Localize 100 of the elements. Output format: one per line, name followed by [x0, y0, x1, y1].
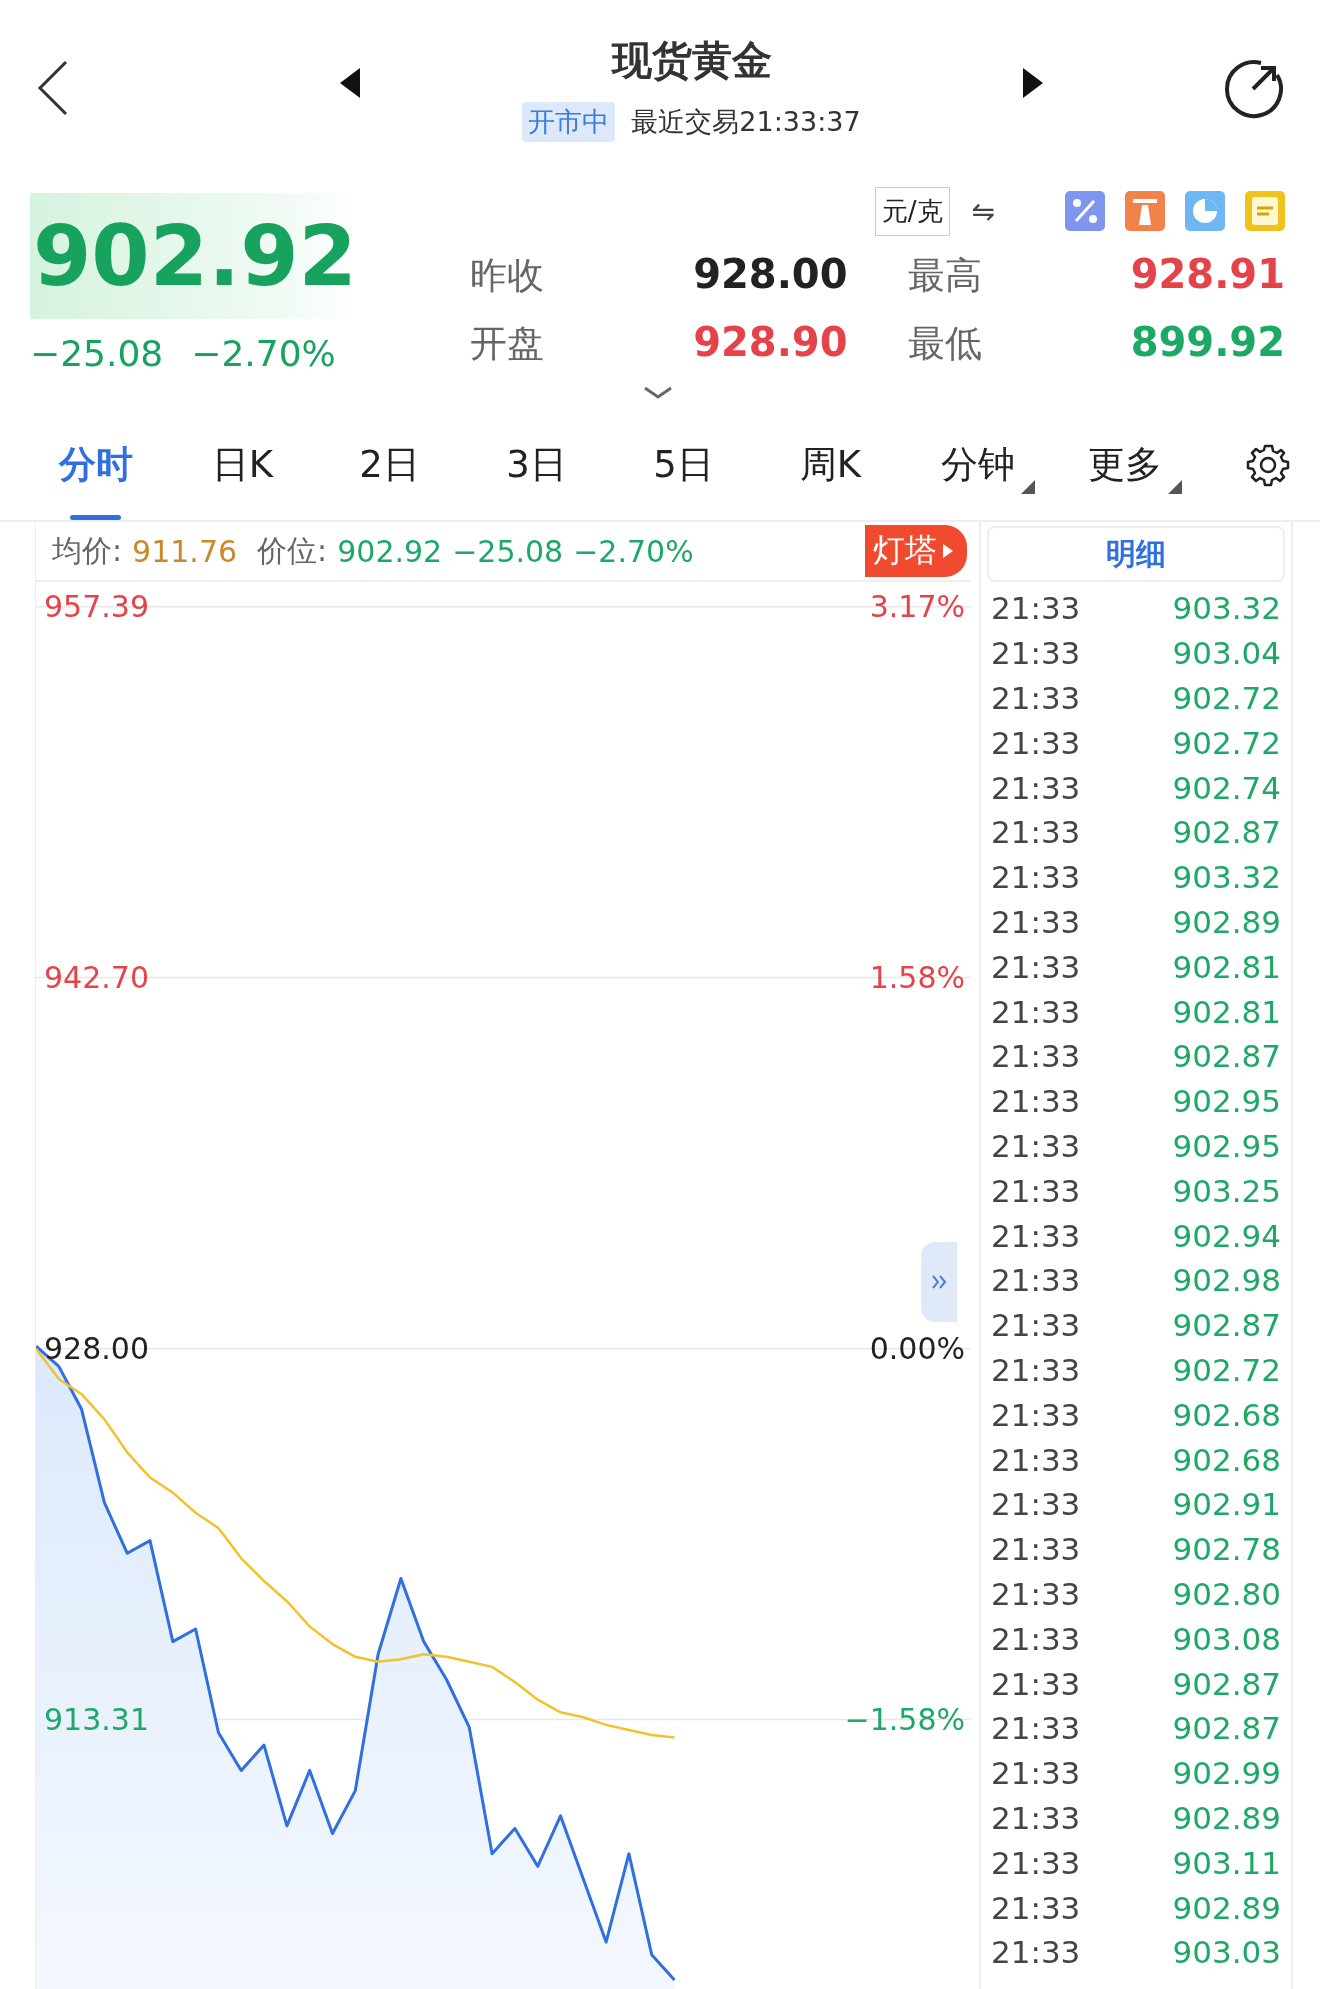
- caret-icon: [943, 544, 953, 558]
- trade-price: 902.68: [1172, 1396, 1281, 1433]
- market-status-badge: 开市中: [522, 102, 616, 142]
- next-triangle-icon[interactable]: [1023, 67, 1043, 98]
- trade-time: 21:33: [991, 1441, 1081, 1478]
- trade-price: 902.99: [1172, 1755, 1281, 1792]
- trade-price: 902.87: [1172, 1038, 1281, 1075]
- trade-price: 902.78: [1172, 1531, 1281, 1568]
- previous-triangle-icon[interactable]: [340, 67, 360, 98]
- trade-price: 902.89: [1172, 1889, 1281, 1926]
- period-tab[interactable]: 2日: [316, 410, 463, 520]
- back-icon[interactable]: [36, 59, 70, 116]
- trade-price: 902.80: [1172, 1575, 1281, 1612]
- trade-time: 21:33: [991, 1575, 1081, 1612]
- stat-label: 开盘: [470, 321, 544, 367]
- trade-price: 902.72: [1172, 1351, 1281, 1388]
- expand-handle[interactable]: [921, 1242, 957, 1322]
- period-tab[interactable]: 分钟: [904, 410, 1051, 520]
- period-tab[interactable]: 3日: [463, 410, 610, 520]
- chevron-down-icon[interactable]: [643, 386, 673, 400]
- trade-price: 903.25: [1172, 1172, 1281, 1209]
- price-value: 902.92: [337, 533, 443, 569]
- trade-price: 902.68: [1172, 1441, 1281, 1478]
- unit-toggle[interactable]: 元/克: [874, 186, 950, 236]
- settings-icon[interactable]: [1246, 443, 1290, 487]
- swap-button[interactable]: ⇋: [971, 194, 995, 228]
- trade-time: 21:33: [991, 590, 1081, 627]
- trade-price: 902.87: [1172, 1710, 1281, 1747]
- percent-axis-label: 3.17%: [869, 589, 965, 625]
- trade-time: 21:33: [991, 1172, 1081, 1209]
- trade-time: 21:33: [991, 1396, 1081, 1433]
- trade-time: 21:33: [991, 1038, 1081, 1075]
- trade-price: 903.03: [1172, 1934, 1281, 1971]
- stat-value: 899.92: [1130, 319, 1285, 365]
- trade-time: 21:33: [991, 1799, 1081, 1836]
- percent-axis-label: 1.58%: [869, 960, 965, 996]
- trade-price: 903.08: [1172, 1620, 1281, 1657]
- trade-price: 902.81: [1172, 993, 1281, 1030]
- percent-axis-label: 0.00%: [869, 1331, 965, 1367]
- period-tab[interactable]: 5日: [610, 410, 757, 520]
- trade-price: 902.74: [1172, 769, 1281, 806]
- trade-price: 902.91: [1172, 1486, 1281, 1523]
- last-trade-time: 最近交易21:33:37: [631, 105, 861, 139]
- price-change: −25.08: [30, 333, 164, 374]
- trade-time: 21:33: [991, 1351, 1081, 1388]
- percent-axis-label: −1.58%: [844, 1702, 965, 1738]
- stat-value: 928.90: [693, 319, 848, 365]
- trade-price: 902.95: [1172, 1083, 1281, 1120]
- trade-time: 21:33: [991, 1934, 1081, 1971]
- trade-time: 21:33: [991, 948, 1081, 985]
- trade-time: 21:33: [991, 814, 1081, 851]
- trade-time: 21:33: [991, 1307, 1081, 1344]
- trade-time: 21:33: [991, 903, 1081, 940]
- average-price-label: 均价:: [52, 531, 123, 570]
- stat-value: 928.00: [693, 251, 848, 297]
- detail-header[interactable]: 明细: [987, 526, 1285, 582]
- trade-time: 21:33: [991, 1844, 1081, 1881]
- trade-price: 902.89: [1172, 903, 1281, 940]
- trade-time: 21:33: [991, 769, 1081, 806]
- period-tab[interactable]: 分时: [22, 410, 169, 520]
- stat-label: 昨收: [470, 253, 544, 299]
- trade-price: 902.72: [1172, 724, 1281, 761]
- period-tab[interactable]: 更多: [1051, 410, 1198, 520]
- price-change: −25.08: [452, 533, 564, 569]
- trade-price: 902.87: [1172, 814, 1281, 851]
- trade-price: 902.89: [1172, 1799, 1281, 1836]
- average-price-value: 911.76: [132, 533, 238, 569]
- trade-time: 21:33: [991, 680, 1081, 716]
- y-axis-label: 942.70: [44, 960, 149, 996]
- trade-time: 21:33: [991, 1531, 1081, 1568]
- trade-price: 903.04: [1172, 635, 1281, 672]
- trade-time: 21:33: [991, 1217, 1081, 1254]
- lighthouse-button[interactable]: 灯塔: [865, 525, 967, 577]
- y-axis-label: 928.00: [44, 1331, 149, 1367]
- trade-time: 21:33: [991, 1620, 1081, 1657]
- trade-time: 21:33: [991, 1127, 1081, 1164]
- trade-time: 21:33: [991, 1665, 1081, 1702]
- trade-price: 902.72: [1172, 680, 1281, 716]
- trade-price: 902.95: [1172, 1127, 1281, 1164]
- price-change-percent: −2.70%: [573, 533, 694, 569]
- period-tab[interactable]: 日K: [169, 410, 316, 520]
- trade-price: 902.98: [1172, 1262, 1281, 1299]
- trade-time: 21:33: [991, 1710, 1081, 1747]
- percent-icon[interactable]: [1065, 191, 1105, 231]
- trade-price: 902.81: [1172, 948, 1281, 985]
- double-chevron-icon: [931, 1275, 947, 1289]
- trade-price: 902.94: [1172, 1217, 1281, 1254]
- price-change-percent: −2.70%: [191, 333, 336, 374]
- trade-time: 21:33: [991, 1755, 1081, 1792]
- trade-price: 903.32: [1172, 590, 1281, 627]
- y-axis-label: 957.39: [44, 589, 149, 625]
- y-axis-label: 913.31: [44, 1702, 149, 1738]
- page-title: 现货黄金: [611, 36, 772, 85]
- trade-time: 21:33: [991, 1486, 1081, 1523]
- stat-label: 最低: [907, 321, 982, 367]
- stat-label: 最高: [907, 253, 982, 299]
- trade-time: 21:33: [991, 635, 1081, 672]
- trade-price: 902.87: [1172, 1307, 1281, 1344]
- period-tab[interactable]: 周K: [757, 410, 904, 520]
- trade-time: 21:33: [991, 724, 1081, 761]
